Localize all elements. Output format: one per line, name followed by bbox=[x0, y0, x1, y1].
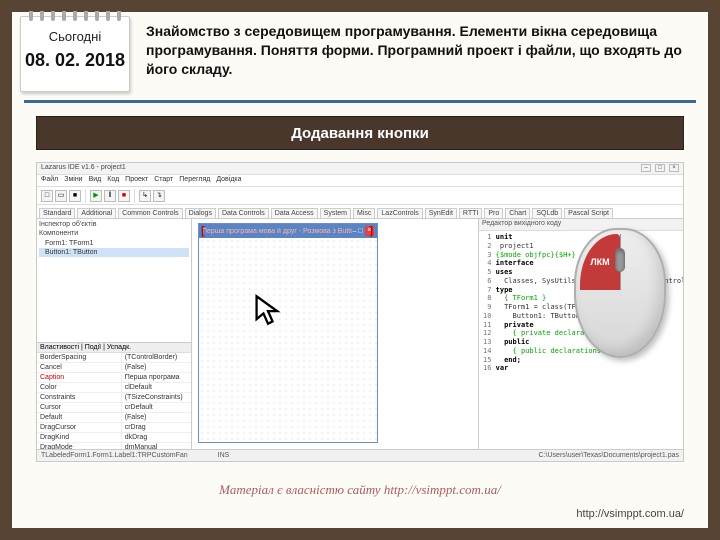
toolbar: □ ▭ ■ ▶ ‖ ■ ↳ ↴ bbox=[37, 187, 683, 205]
tree-item[interactable]: Button1: TButton bbox=[39, 248, 189, 257]
prop-value[interactable]: (TControlBorder) bbox=[122, 353, 191, 362]
step-icon[interactable]: ↳ bbox=[139, 190, 151, 202]
menubar[interactable]: Файл Зміни Вид Код Проект Старт Перегляд… bbox=[37, 175, 683, 187]
object-inspector-panel: Інспектор об'єктів Компоненти Form1: TFo… bbox=[37, 219, 192, 461]
pause-icon[interactable]: ‖ bbox=[104, 190, 116, 202]
menu-item[interactable]: Довідка bbox=[216, 176, 241, 185]
mouse-illustration: ЛКМ bbox=[574, 228, 666, 358]
inspector-title: Інспектор об'єктів bbox=[39, 221, 189, 228]
cursor-icon bbox=[254, 294, 282, 326]
save-icon[interactable]: ■ bbox=[69, 190, 81, 202]
prop-value[interactable]: crDefault bbox=[122, 403, 191, 412]
palette-tab[interactable]: SQLdb bbox=[532, 208, 562, 218]
properties-grid: Властивості | Події | Успадк. BorderSpac… bbox=[37, 343, 191, 462]
palette-tab[interactable]: Common Controls bbox=[118, 208, 182, 218]
prop-value[interactable]: (False) bbox=[122, 413, 191, 422]
prop-row[interactable]: CaptionПерша програма bbox=[37, 373, 191, 383]
prop-key: DragKind bbox=[37, 433, 122, 442]
close-icon[interactable]: × bbox=[669, 164, 679, 172]
prop-row[interactable]: BorderSpacing(TControlBorder) bbox=[37, 353, 191, 363]
window-title: Lazarus IDE v1.6 - project1 bbox=[41, 164, 126, 173]
page-title: Знайомство з середовищем програмування. … bbox=[146, 22, 688, 79]
date-card: Сьогодні 08. 02. 2018 bbox=[20, 16, 130, 92]
window-buttons: – □ × bbox=[639, 164, 679, 173]
menu-item[interactable]: Зміни bbox=[64, 176, 82, 185]
prop-value[interactable]: (TSizeConstraints) bbox=[122, 393, 191, 402]
status-right: C:\Users\user\Texas\Documents\project1.p… bbox=[539, 452, 679, 459]
prop-key: Constraints bbox=[37, 393, 122, 402]
form-designer[interactable]: Перша програма мова й друг - Розмова з B… bbox=[192, 219, 478, 461]
menu-item[interactable]: Код bbox=[107, 176, 119, 185]
selection-handles: [] bbox=[201, 225, 373, 237]
palette-tab[interactable]: System bbox=[320, 208, 351, 218]
prop-key: Cursor bbox=[37, 403, 122, 412]
minimize-icon[interactable]: – bbox=[641, 164, 651, 172]
prop-row[interactable]: Default(False) bbox=[37, 413, 191, 423]
section-bar: Додавання кнопки bbox=[36, 116, 684, 150]
tree-item[interactable]: Form1: TForm1 bbox=[39, 239, 189, 248]
prop-key: Color bbox=[37, 383, 122, 392]
palette-tab[interactable]: Misc bbox=[353, 208, 375, 218]
status-left: TLabeledForm1.Form1.Label1:TRPCustomFan bbox=[41, 452, 188, 459]
menu-item[interactable]: Старт bbox=[154, 176, 173, 185]
prop-value[interactable]: (False) bbox=[122, 363, 191, 372]
palette-tab[interactable]: Dialogs bbox=[185, 208, 216, 218]
palette-tab[interactable]: RTTI bbox=[459, 208, 482, 218]
footer-credit: Матеріал є власністю сайту http://vsimpp… bbox=[12, 482, 708, 498]
palette-tab[interactable]: LazControls bbox=[377, 208, 422, 218]
prop-row[interactable]: DragKinddkDrag bbox=[37, 433, 191, 443]
mouse-wheel bbox=[615, 248, 625, 272]
date-value: 08. 02. 2018 bbox=[21, 50, 129, 71]
palette-tab[interactable]: Additional bbox=[77, 208, 116, 218]
prop-row[interactable]: Cancel(False) bbox=[37, 363, 191, 373]
palette-tab[interactable]: Pascal Script bbox=[564, 208, 613, 218]
prop-row[interactable]: ColorclDefault bbox=[37, 383, 191, 393]
prop-row[interactable]: Constraints(TSizeConstraints) bbox=[37, 393, 191, 403]
prop-key: Cancel bbox=[37, 363, 122, 372]
status-mid: INS bbox=[218, 452, 230, 459]
step-icon[interactable]: ↴ bbox=[153, 190, 165, 202]
palette-tab[interactable]: Standard bbox=[39, 208, 75, 218]
palette-tab[interactable]: Chart bbox=[505, 208, 530, 218]
new-icon[interactable]: □ bbox=[41, 190, 53, 202]
menu-item[interactable]: Вид bbox=[89, 176, 102, 185]
prop-key: Default bbox=[37, 413, 122, 422]
prop-row[interactable]: DragCursorcrDrag bbox=[37, 423, 191, 433]
mouse-left-button: ЛКМ bbox=[580, 234, 620, 290]
maximize-icon[interactable]: □ bbox=[655, 164, 665, 172]
menu-item[interactable]: Перегляд bbox=[179, 176, 210, 185]
palette-tab[interactable]: Data Controls bbox=[218, 208, 269, 218]
footer-url: http://vsimppt.com.ua/ bbox=[576, 508, 684, 520]
window-titlebar: Lazarus IDE v1.6 - project1 – □ × bbox=[37, 163, 683, 175]
design-form[interactable]: Перша програма мова й друг - Розмова з B… bbox=[198, 223, 378, 443]
component-palette[interactable]: Standard Additional Common Controls Dial… bbox=[37, 205, 683, 219]
menu-item[interactable]: Проект bbox=[125, 176, 148, 185]
menu-item[interactable]: Файл bbox=[41, 176, 58, 185]
prop-key: BorderSpacing bbox=[37, 353, 122, 362]
statusbar: TLabeledForm1.Form1.Label1:TRPCustomFan … bbox=[37, 449, 683, 461]
palette-tab[interactable]: Data Access bbox=[271, 208, 318, 218]
palette-tab[interactable]: Pro bbox=[484, 208, 503, 218]
prop-value[interactable]: Перша програма bbox=[122, 373, 191, 382]
prop-key: DragCursor bbox=[37, 423, 122, 432]
divider bbox=[24, 100, 696, 103]
run-icon[interactable]: ▶ bbox=[90, 190, 102, 202]
spiral-binding bbox=[29, 11, 121, 21]
prop-key: Caption bbox=[37, 373, 122, 382]
inspector-filter[interactable]: Компоненти bbox=[39, 230, 189, 237]
open-icon[interactable]: ▭ bbox=[55, 190, 67, 202]
prop-value[interactable]: dkDrag bbox=[122, 433, 191, 442]
prop-value[interactable]: clDefault bbox=[122, 383, 191, 392]
date-label: Сьогодні bbox=[21, 29, 129, 44]
form-surface[interactable] bbox=[199, 238, 377, 442]
palette-tab[interactable]: SynEdit bbox=[425, 208, 457, 218]
prop-row[interactable]: CursorcrDefault bbox=[37, 403, 191, 413]
stop-icon[interactable]: ■ bbox=[118, 190, 130, 202]
props-tabs[interactable]: Властивості | Події | Успадк. bbox=[37, 343, 191, 353]
prop-value[interactable]: crDrag bbox=[122, 423, 191, 432]
